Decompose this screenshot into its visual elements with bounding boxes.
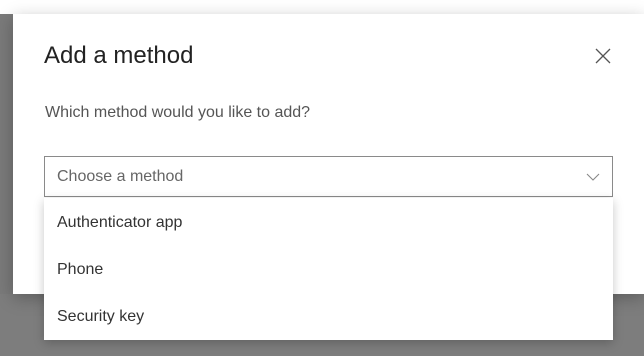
background-page — [0, 0, 644, 14]
dialog-question: Which method would you like to add? — [45, 104, 311, 121]
option-authenticator-app[interactable]: Authenticator app — [44, 200, 613, 246]
option-security-key[interactable]: Security key — [44, 294, 613, 340]
method-select[interactable]: Choose a method — [44, 156, 613, 197]
dialog-title: Add a method — [44, 42, 194, 69]
option-phone[interactable]: Phone — [44, 247, 613, 293]
method-select-value: Choose a method — [57, 168, 184, 185]
method-dropdown-list: Authenticator app Phone Security key — [44, 198, 613, 340]
chevron-down-icon — [586, 170, 600, 184]
close-button[interactable] — [591, 44, 615, 68]
close-icon — [595, 48, 611, 64]
